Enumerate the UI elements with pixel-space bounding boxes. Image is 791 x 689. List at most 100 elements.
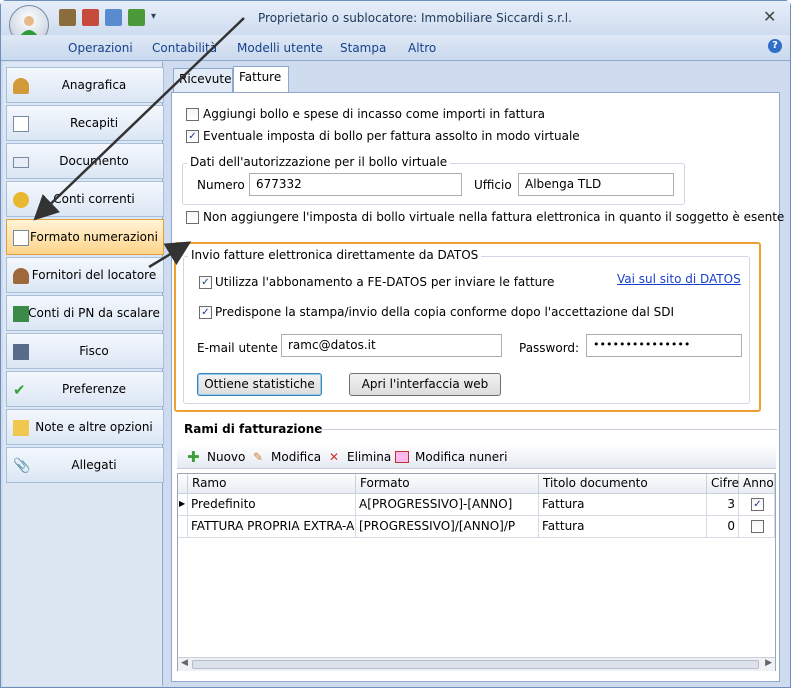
close-icon[interactable]: ✕ (763, 7, 776, 26)
sidebar-item-conti-pn[interactable]: Conti di PN da scalare (6, 295, 164, 331)
scroll-right-icon[interactable]: ▶ (765, 658, 772, 668)
datos-site-link[interactable]: Vai sul sito di DATOS (617, 272, 741, 286)
anno-checkbox[interactable] (751, 520, 764, 533)
sidebar-item-label: Preferenze (61, 382, 127, 396)
column-cifre[interactable]: Cifre (707, 474, 739, 494)
scroll-left-icon[interactable]: ◀ (181, 658, 188, 668)
password-label: Password: (519, 341, 580, 355)
window-title: Proprietario o sublocatore: Immobiliare … (258, 11, 572, 25)
plus-icon: ✚ (187, 448, 200, 466)
delete-icon: ✕ (329, 450, 340, 464)
bollo-virtuale-checkbox[interactable]: ✓ (186, 130, 199, 143)
row-selector (178, 516, 188, 538)
house-green-icon[interactable] (128, 9, 145, 26)
table-cell[interactable]: 3 (707, 494, 739, 516)
column-ramo[interactable]: Ramo (188, 474, 356, 494)
rami-title: Rami di fatturazione (184, 422, 323, 436)
tab-fatture[interactable]: Fatture (233, 66, 289, 93)
sidebar-item-formato-numerazioni[interactable]: Formato numerazioni (6, 219, 164, 255)
column-anno[interactable]: Anno (739, 474, 775, 494)
conforme-checkbox[interactable]: ✓ (199, 306, 212, 319)
anno-checkbox[interactable]: ✓ (751, 498, 764, 511)
table-cell[interactable]: Fattura (539, 516, 707, 538)
nuovo-button[interactable]: Nuovo (207, 450, 245, 464)
menu-altro[interactable]: Altro (408, 41, 436, 55)
app-window: ▾ Proprietario o sublocatore: Immobiliar… (0, 0, 791, 688)
ribbon-menu: Operazioni Contabilità Modelli utente St… (1, 35, 790, 61)
email-label: E-mail utente (197, 341, 278, 355)
apri-interfaccia-web-button[interactable]: Apri l'interfaccia web (349, 373, 501, 396)
tab-ricevute[interactable]: Ricevute (173, 68, 233, 92)
sidebar-item-label: Conti correnti (53, 192, 135, 206)
sidebar-item-allegati[interactable]: 📎 Allegati (6, 447, 164, 483)
menu-contabilita[interactable]: Contabilità (152, 41, 217, 55)
calculator-icon (13, 344, 29, 360)
sidebar-item-label: Formato numerazioni (30, 230, 158, 244)
table-cell[interactable]: Predefinito (188, 494, 356, 516)
column-formato[interactable]: Formato (356, 474, 539, 494)
calendar-icon[interactable] (105, 9, 122, 26)
sidebar-item-documento[interactable]: Documento (6, 143, 164, 179)
sidebar-item-label: Documento (59, 154, 129, 168)
numbers-icon (395, 451, 409, 463)
modifica-numeri-button[interactable]: Modifica nuneri (415, 450, 507, 464)
sidebar-item-conti-correnti[interactable]: Conti correnti (6, 181, 164, 217)
row-header-corner (178, 474, 188, 494)
sidebar-item-anagrafica[interactable]: Anagrafica (6, 67, 164, 103)
menu-operazioni[interactable]: Operazioni (68, 41, 133, 55)
no-bollo-fe-label: Non aggiungere l'imposta di bollo virtua… (203, 210, 785, 224)
ufficio-field[interactable]: Albenga TLD (518, 173, 674, 196)
table-cell[interactable]: A[PROGRESSIVO]-[ANNO] (356, 494, 539, 516)
menu-modelli-utente[interactable]: Modelli utente (237, 41, 323, 55)
password-field[interactable]: ••••••••••••••• (586, 334, 742, 357)
rami-grid[interactable]: Ramo Formato Titolo documento Cifre Anno… (177, 473, 776, 671)
sidebar-item-fornitori[interactable]: Fornitori del locatore (6, 257, 164, 293)
numero-field[interactable]: 677332 (249, 173, 462, 196)
elimina-button[interactable]: Elimina (347, 450, 391, 464)
coins-icon (13, 192, 29, 208)
sidebar-item-label: Anagrafica (61, 78, 127, 92)
sidebar-item-preferenze[interactable]: ✔ Preferenze (6, 371, 164, 407)
table-cell[interactable]: [PROGRESSIVO]/[ANNO]/P (356, 516, 539, 538)
bank-icon[interactable] (59, 9, 76, 26)
scroll-thumb[interactable] (192, 660, 759, 669)
email-field[interactable]: ramc@datos.it (281, 334, 502, 357)
sidebar-item-label: Note e altre opzioni (35, 420, 153, 434)
page-icon (13, 116, 29, 132)
pencil-icon: ✎ (253, 450, 264, 464)
sidebar-item-label: Conti di PN da scalare (28, 306, 160, 320)
sidebar-item-fisco[interactable]: Fisco (6, 333, 164, 369)
no-bollo-fe-checkbox[interactable] (186, 211, 199, 224)
sidebar-item-label: Recapiti (69, 116, 119, 130)
modifica-button[interactable]: Modifica (271, 450, 321, 464)
person-icon (13, 268, 29, 284)
help-icon[interactable]: ? (768, 39, 782, 53)
column-titolo[interactable]: Titolo documento (539, 474, 707, 494)
datos-title: Invio fatture elettronica direttamente d… (188, 248, 482, 262)
abbonamento-checkbox[interactable]: ✓ (199, 276, 212, 289)
check-icon: ✔ (13, 381, 26, 399)
house-icon[interactable] (82, 9, 99, 26)
table-cell[interactable]: Fattura (539, 494, 707, 516)
ottiene-statistiche-button[interactable]: Ottiene statistiche (197, 373, 322, 396)
bollo-incasso-checkbox[interactable] (186, 108, 199, 121)
sidebar: Anagrafica Recapiti Documento Conti corr… (3, 62, 164, 686)
page-icon (13, 230, 29, 246)
table-cell[interactable]: FATTURA PROPRIA EXTRA-A (188, 516, 356, 538)
notes-icon (13, 420, 29, 436)
quick-access-toolbar: ▾ (59, 9, 161, 26)
menu-stampa[interactable]: Stampa (340, 41, 386, 55)
horizontal-scrollbar[interactable]: ◀ ▶ (178, 657, 775, 671)
sidebar-item-label: Fisco (79, 344, 109, 358)
abbonamento-label: Utilizza l'abbonamento a FE-DATOS per in… (215, 275, 555, 289)
table-cell: ✓ (739, 494, 775, 516)
table-cell[interactable]: 0 (707, 516, 739, 538)
qat-dropdown-icon[interactable]: ▾ (151, 9, 161, 26)
ufficio-label: Ufficio (474, 178, 512, 192)
row-selector-icon: ▶ (178, 494, 188, 516)
sidebar-item-recapiti[interactable]: Recapiti (6, 105, 164, 141)
rami-divider (319, 429, 777, 430)
sidebar-item-note[interactable]: Note e altre opzioni (6, 409, 164, 445)
bollo-incasso-label: Aggiungi bollo e spese di incasso come i… (203, 107, 545, 121)
table-cell (739, 516, 775, 538)
